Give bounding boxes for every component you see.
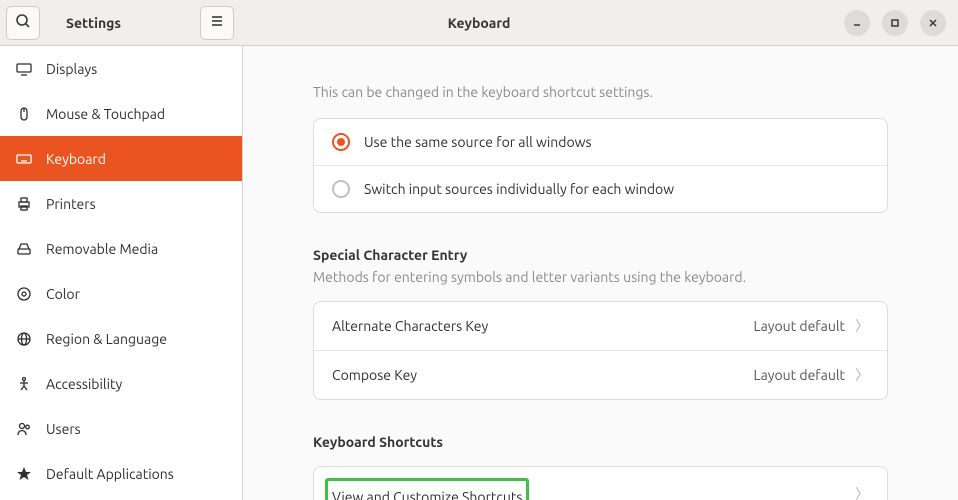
- sidebar-item-mouse[interactable]: Mouse & Touchpad: [0, 91, 242, 136]
- row-value: Layout default: [753, 367, 845, 383]
- sidebar-item-region[interactable]: Region & Language: [0, 316, 242, 361]
- color-icon: [16, 286, 32, 302]
- sidebar-item-color[interactable]: Color: [0, 271, 242, 316]
- maximize-button[interactable]: [882, 10, 908, 36]
- drive-icon: [16, 241, 32, 257]
- sidebar-item-default-apps[interactable]: Default Applications: [0, 451, 242, 496]
- users-icon: [16, 421, 32, 437]
- radio-icon: [332, 180, 350, 198]
- radio-same-source[interactable]: Use the same source for all windows: [314, 119, 887, 166]
- sidebar-item-label: Removable Media: [46, 241, 158, 257]
- keyboard-icon: [16, 151, 32, 167]
- radio-label: Switch input sources individually for ea…: [364, 181, 674, 197]
- maximize-icon: [890, 15, 900, 31]
- sidebar-item-removable[interactable]: Removable Media: [0, 226, 242, 271]
- sidebar-item-label: Default Applications: [46, 466, 174, 482]
- menu-button[interactable]: [200, 6, 234, 40]
- section-subtitle-special: Methods for entering symbols and letter …: [313, 269, 888, 285]
- search-button[interactable]: [6, 6, 40, 40]
- globe-icon: [16, 331, 32, 347]
- chevron-right-icon: 〉: [855, 484, 869, 500]
- sidebar-item-users[interactable]: Users: [0, 406, 242, 451]
- input-source-options: Use the same source for all windows Swit…: [313, 118, 888, 213]
- accessibility-icon: [16, 376, 32, 392]
- shortcuts-options: View and Customize Shortcuts 〉: [313, 466, 888, 500]
- sidebar-item-label: Region & Language: [46, 331, 167, 347]
- display-icon: [16, 61, 32, 77]
- sidebar-item-label: Mouse & Touchpad: [46, 106, 165, 122]
- row-alt-characters[interactable]: Alternate Characters Key Layout default …: [314, 302, 887, 351]
- hamburger-icon: [209, 13, 225, 32]
- special-character-options: Alternate Characters Key Layout default …: [313, 301, 888, 400]
- row-label: Alternate Characters Key: [332, 318, 753, 334]
- close-icon: [928, 15, 938, 31]
- sidebar-item-keyboard[interactable]: Keyboard: [0, 136, 242, 181]
- search-icon: [15, 13, 31, 32]
- titlebar: Settings Keyboard: [0, 0, 958, 46]
- chevron-right-icon: 〉: [855, 316, 869, 336]
- mouse-icon: [16, 106, 32, 122]
- radio-label: Use the same source for all windows: [364, 134, 592, 150]
- hint-text: This can be changed in the keyboard shor…: [313, 84, 888, 100]
- radio-icon: [332, 133, 350, 151]
- sidebar: Displays Mouse & Touchpad Keyboard Print…: [0, 46, 243, 500]
- printer-icon: [16, 196, 32, 212]
- sidebar-item-label: Keyboard: [46, 151, 106, 167]
- chevron-right-icon: 〉: [855, 365, 869, 385]
- row-view-shortcuts[interactable]: View and Customize Shortcuts 〉: [314, 467, 887, 500]
- row-compose-key[interactable]: Compose Key Layout default 〉: [314, 351, 887, 399]
- star-icon: [16, 466, 32, 482]
- sidebar-item-label: Color: [46, 286, 80, 302]
- section-title-shortcuts: Keyboard Shortcuts: [313, 434, 888, 450]
- sidebar-item-printers[interactable]: Printers: [0, 181, 242, 226]
- row-label: View and Customize Shortcuts: [325, 478, 529, 500]
- row-value: Layout default: [753, 318, 845, 334]
- sidebar-item-displays[interactable]: Displays: [0, 46, 242, 91]
- close-button[interactable]: [920, 10, 946, 36]
- sidebar-item-accessibility[interactable]: Accessibility: [0, 361, 242, 406]
- main-panel: This can be changed in the keyboard shor…: [243, 46, 958, 500]
- app-title: Settings: [66, 15, 121, 31]
- page-title: Keyboard: [448, 15, 511, 31]
- sidebar-item-label: Displays: [46, 61, 97, 77]
- row-label: Compose Key: [332, 367, 753, 383]
- sidebar-item-label: Printers: [46, 196, 96, 212]
- section-title-special: Special Character Entry: [313, 247, 888, 263]
- sidebar-item-label: Accessibility: [46, 376, 122, 392]
- radio-individual-source[interactable]: Switch input sources individually for ea…: [314, 166, 887, 212]
- minimize-button[interactable]: [844, 10, 870, 36]
- sidebar-item-label: Users: [46, 421, 81, 437]
- minimize-icon: [852, 15, 862, 31]
